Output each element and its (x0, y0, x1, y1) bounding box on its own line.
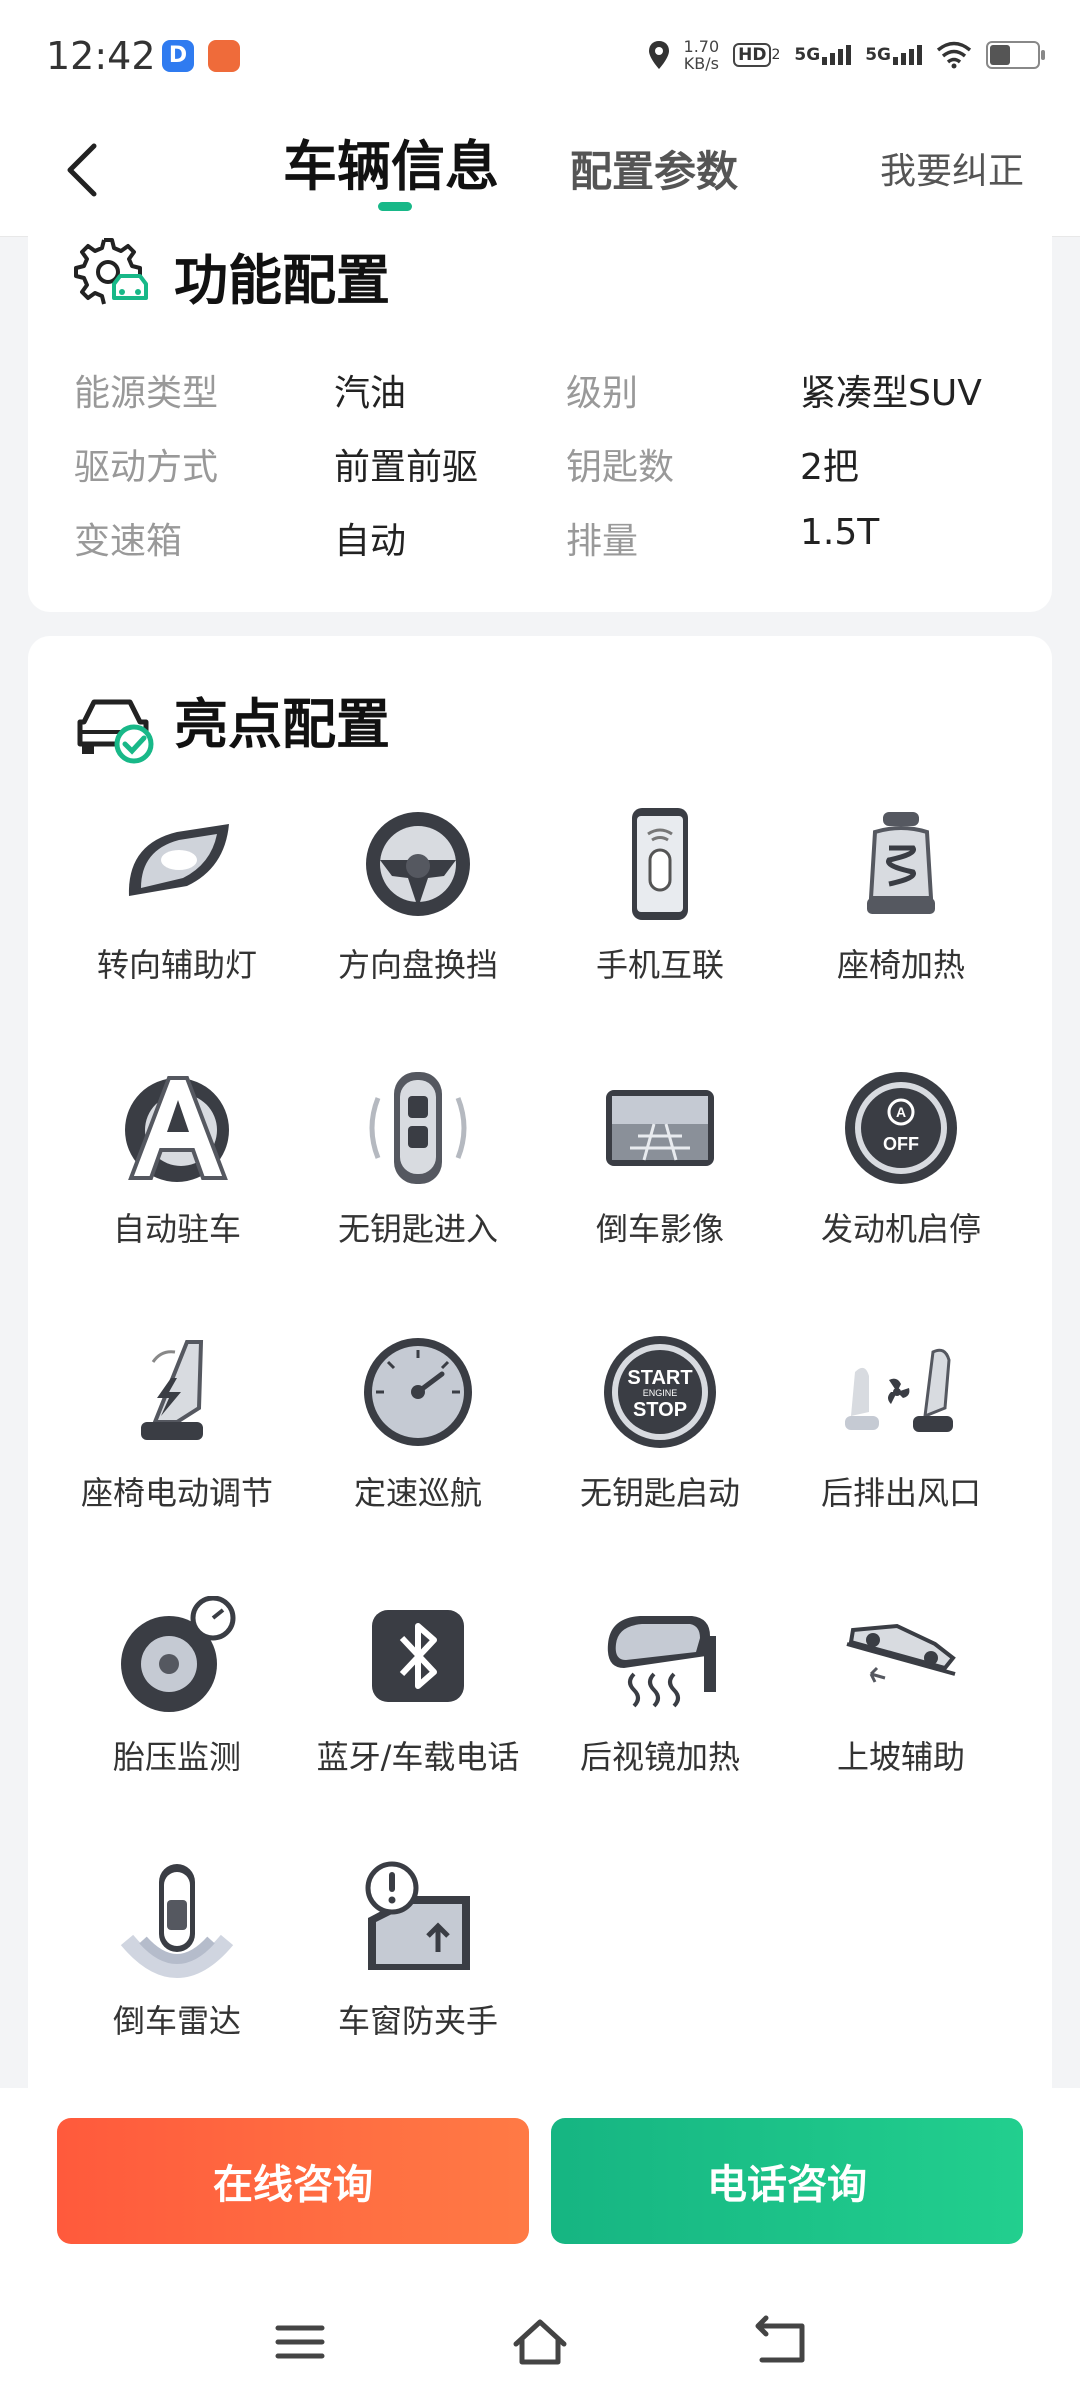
feature-item: 自动驻车 (57, 1068, 297, 1252)
rear-vent-icon (845, 1348, 953, 1432)
phone-consult-button[interactable]: 电话咨询 (551, 2118, 1023, 2244)
headlight-icon (128, 824, 229, 896)
feature-item: 后视镜加热 (540, 1596, 780, 1780)
feature-item: 手机互联 (540, 804, 780, 988)
feature-item: 转向辅助灯 (57, 804, 297, 988)
menu-icon[interactable] (270, 2312, 330, 2372)
svg-text:A: A (896, 1104, 906, 1120)
feature-item: 车窗防夹手 (298, 1860, 538, 2044)
reverse-camera-icon (606, 1090, 714, 1166)
function-config-title: 功能配置 (174, 249, 390, 312)
home-icon[interactable] (510, 2312, 570, 2372)
feature-item: 定速巡航 (298, 1332, 538, 1516)
svg-text:START: START (627, 1367, 692, 1389)
hill-assist-icon (846, 1623, 956, 1683)
wifi-icon (936, 41, 972, 69)
highlight-config-title: 亮点配置 (174, 693, 390, 756)
feature-item: START ENGINE STOP 无钥匙启动 (540, 1332, 780, 1516)
battery-icon (986, 41, 1045, 69)
signal-icon (822, 45, 852, 65)
network-speed: 1.70 KB/s (683, 37, 720, 73)
svg-text:ENGINE: ENGINE (643, 1388, 678, 1398)
tab-config-params[interactable]: 配置参数 (570, 138, 738, 199)
back-nav-icon[interactable] (750, 2312, 810, 2372)
status-time: 12:42 (46, 34, 156, 78)
steering-wheel-icon (366, 812, 470, 916)
top-nav-bar: 车辆信息 配置参数 我要纠正 (0, 108, 1080, 237)
car-check-icon (77, 699, 154, 764)
correction-link[interactable]: 我要纠正 (880, 142, 1024, 194)
bottom-action-bar: 在线咨询 电话咨询 (0, 2088, 1080, 2400)
feature-item: 胎压监测 (57, 1596, 297, 1780)
tire-pressure-icon (121, 1596, 236, 1712)
bluetooth-icon (372, 1610, 464, 1702)
window-anti-pinch-icon (365, 1861, 470, 1970)
back-arrow-icon[interactable] (56, 140, 116, 200)
spec-row: 能源类型 汽油 级别 紧凑型SUV (74, 373, 982, 414)
status-bar: 12:42 D 1.70 KB/s HD 2 5G 5G (0, 0, 1080, 108)
highlight-config-card: 亮点配置 转向辅助灯 方向盘换挡 手机互联 座椅加热 自动驻车 无钥匙进入 倒车… (28, 636, 1052, 2088)
feature-item: 倒车影像 (540, 1068, 780, 1252)
svg-text:OFF: OFF (883, 1134, 919, 1154)
feature-item: 蓝牙/车载电话 (298, 1596, 538, 1780)
app-notification-icon: D (162, 40, 194, 72)
hd-voice-badge: HD (733, 43, 772, 67)
engine-start-stop-icon: A OFF (845, 1072, 957, 1184)
signal-icon-2 (893, 45, 922, 65)
location-icon (648, 41, 669, 69)
parking-radar-icon (120, 1864, 234, 1978)
power-seat-icon (141, 1340, 204, 1440)
feature-item: 上坡辅助 (781, 1596, 1021, 1780)
feature-item: 无钥匙进入 (298, 1068, 538, 1252)
active-tab-indicator (378, 202, 412, 211)
online-consult-button[interactable]: 在线咨询 (57, 2118, 529, 2244)
tab-vehicle-info[interactable]: 车辆信息 (283, 122, 499, 201)
keyless-entry-icon (369, 1072, 467, 1184)
phone-link-icon (632, 808, 688, 920)
feature-item: 倒车雷达 (57, 1860, 297, 2044)
feature-item: A OFF 发动机启停 (781, 1068, 1021, 1252)
auto-hold-icon (125, 1076, 229, 1182)
function-config-card: 功能配置 能源类型 汽油 级别 紧凑型SUV 驱动方式 前置前驱 钥匙数 2把 … (28, 236, 1052, 612)
feature-item: 座椅电动调节 (57, 1332, 297, 1516)
shopping-app-icon (208, 40, 240, 72)
spec-row: 变速箱 自动 排量 1.5T (74, 512, 880, 562)
cruise-control-icon (364, 1338, 472, 1446)
spec-row: 驱动方式 前置前驱 钥匙数 2把 (74, 447, 859, 488)
feature-item: 座椅加热 (781, 804, 1021, 988)
feature-item: 方向盘换挡 (298, 804, 538, 988)
seat-heat-icon (867, 812, 935, 914)
mirror-heat-icon (607, 1616, 716, 1708)
svg-text:STOP: STOP (633, 1399, 687, 1421)
gear-car-icon (74, 238, 148, 305)
feature-item: 后排出风口 (781, 1332, 1021, 1516)
start-button-icon: STARTENGINESTOP (604, 1336, 716, 1448)
